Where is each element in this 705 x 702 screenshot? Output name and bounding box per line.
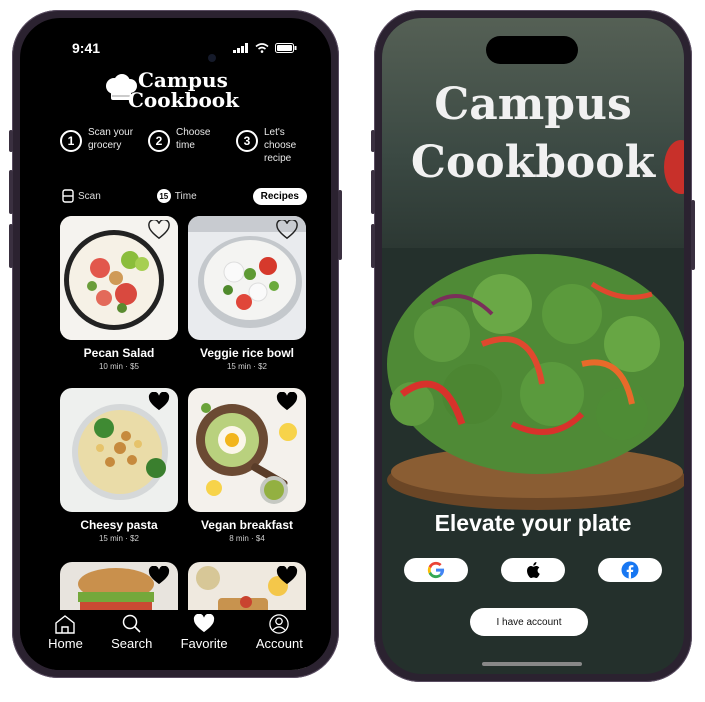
have-account-button[interactable]: I have account [470,608,588,636]
app-logo: Campus Cookbook [104,68,254,122]
dynamic-island [486,36,578,64]
home-indicator [482,662,582,666]
battery-icon [275,43,297,53]
step-text: Choose time [176,127,211,151]
recipe-card[interactable]: Vegan breakfast 8 min · $4 [188,388,306,543]
tab-scan[interactable]: Scan [62,189,101,203]
step-recipe: 3 Let's choose recipe [236,126,310,165]
account-icon [269,614,290,634]
tagline: Elevate your plate [434,510,632,536]
step-number: 1 [60,130,82,152]
scan-icon [62,189,74,203]
nav-home-label: Home [48,636,83,651]
step-time: 2 Choose time [148,126,222,165]
recipes-screen: 9:41 Campus Cookbook 1 Scan your grocery… [20,18,331,670]
recipe-image [188,216,306,340]
search-icon [122,614,141,633]
signal-icon [233,43,248,53]
heart-outline-icon[interactable] [276,220,298,240]
wifi-icon [255,43,269,53]
heart-filled-icon[interactable] [276,392,298,412]
salad-bowl-image [387,254,684,510]
nav-favorite[interactable]: Favorite [181,610,228,651]
recipe-card[interactable]: Pecan Salad 10 min · $5 [60,216,178,371]
volume-down-button [9,224,13,268]
tab-scan-label: Scan [78,190,101,202]
filter-tabs: Scan 15 Time Recipes [62,186,307,206]
heart-filled-icon[interactable] [148,566,170,586]
nav-search-label: Search [111,636,153,651]
heart-filled-icon[interactable] [276,566,298,586]
side-button [9,130,13,152]
bottom-nav: Home Search Favorite Account [20,610,331,670]
recipe-name: Cheesy pasta [80,518,158,532]
nav-home[interactable]: Home [48,610,83,651]
volume-up-button [9,170,13,214]
step-text: Let's choose recipe [264,127,297,164]
step-text: Scan your grocery [88,127,134,151]
social-login-row [404,558,662,582]
heart-filled-icon[interactable] [148,392,170,412]
facebook-icon [621,561,639,579]
phone-frame-recipes: 9:41 Campus Cookbook 1 Scan your grocery… [9,10,342,678]
facebook-login-button[interactable] [598,558,662,582]
recipe-card[interactable]: Cheesy pasta 15 min · $2 [60,388,178,543]
apple-icon [527,562,540,578]
heart-filled-icon [193,614,215,633]
front-camera [208,54,216,62]
nav-favorite-label: Favorite [180,636,228,651]
apple-login-button[interactable] [501,558,565,582]
nav-account-label: Account [255,636,303,651]
recipe-meta: 15 min · $2 [98,534,140,543]
tab-time-label: Time [174,190,197,202]
welcome-logo-line-1: Campus [434,79,632,130]
recipe-meta: 10 min · $5 [98,362,140,371]
google-login-button[interactable] [404,558,468,582]
power-button [338,190,342,260]
nav-account[interactable]: Account [256,610,303,651]
power-button [691,200,695,270]
recipe-image [60,216,178,340]
tab-time[interactable]: 15 Time [156,189,197,203]
recipe-name: Pecan Salad [83,346,155,360]
recipe-image [60,388,178,512]
nav-search[interactable]: Search [111,610,152,651]
status-bar: 9:41 [20,40,331,60]
step-number: 2 [148,130,170,152]
welcome-screen: Campus Cookbook Elevate your plate I hav… [382,18,684,674]
logo-wordmark: Campus Cookbook [128,70,239,110]
heart-outline-icon[interactable] [148,220,170,240]
home-icon [55,615,76,634]
tab-recipes[interactable]: Recipes [252,187,307,205]
step-scan: 1 Scan your grocery [60,126,134,165]
side-button [371,130,375,152]
time-badge: 15 [156,189,171,203]
welcome-logo-line-2: Cookbook [410,137,656,188]
status-time: 9:41 [72,40,101,56]
recipe-name: Veggie rice bowl [199,346,295,360]
volume-down-button [371,224,375,268]
logo-line-2: Cookbook [128,88,239,112]
volume-up-button [371,170,375,214]
phone-frame-welcome: Campus Cookbook Elevate your plate I hav… [371,10,695,682]
step-number: 3 [236,130,258,152]
recipe-image [188,388,306,512]
recipe-meta: 15 min · $2 [226,362,268,371]
google-icon [427,561,445,579]
recipe-meta: 8 min · $4 [229,534,265,543]
onboarding-steps: 1 Scan your grocery 2 Choose time 3 Let'… [60,126,311,165]
status-icons [233,43,297,53]
recipe-name: Vegan breakfast [200,518,294,532]
welcome-logo: Campus Cookbook [382,76,684,192]
recipe-card[interactable]: Veggie rice bowl 15 min · $2 [188,216,306,371]
